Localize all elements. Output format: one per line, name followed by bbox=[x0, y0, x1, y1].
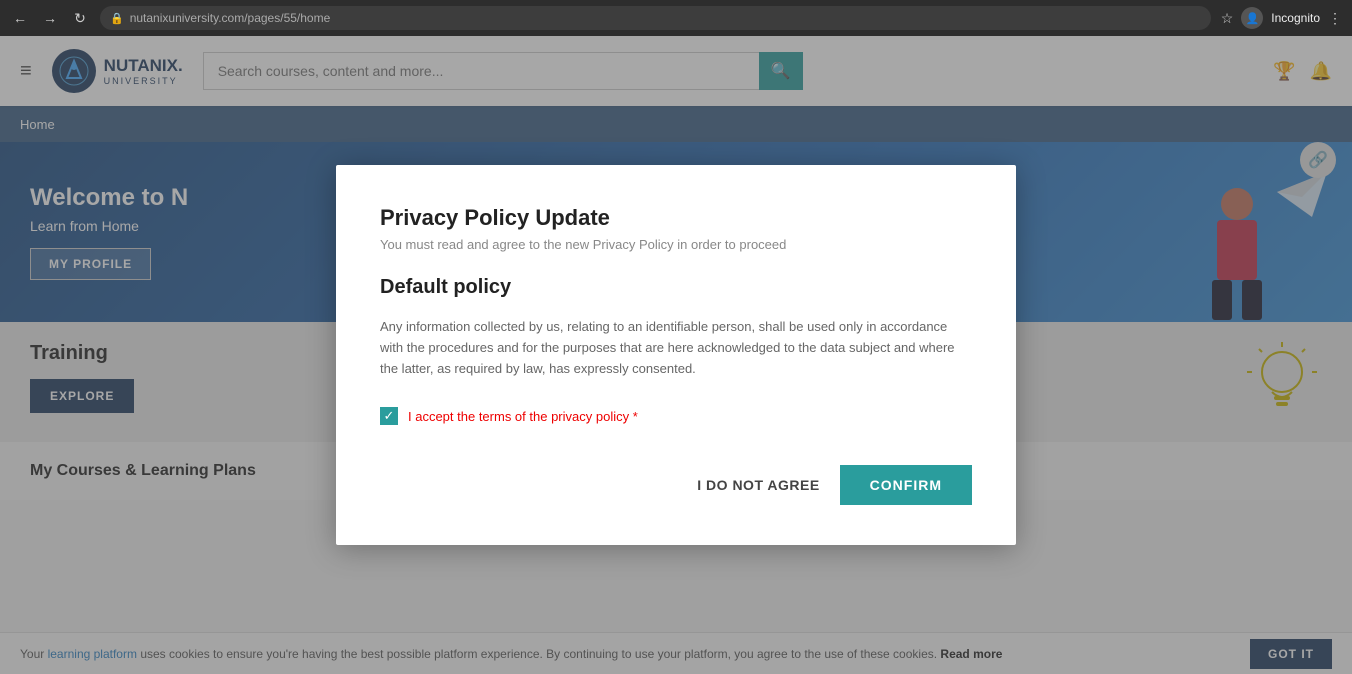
checkbox-row: ✓ I accept the terms of the privacy poli… bbox=[380, 407, 972, 425]
modal-policy-text: Any information collected by us, relatin… bbox=[380, 317, 972, 379]
do-not-agree-button[interactable]: I DO NOT AGREE bbox=[697, 477, 819, 493]
url-bar[interactable]: 🔒 nutanixuniversity.com/pages/55/home bbox=[100, 6, 1211, 30]
star-icon[interactable]: ☆ bbox=[1221, 10, 1234, 27]
url-text: nutanixuniversity.com/pages/55/home bbox=[130, 11, 331, 25]
back-button[interactable]: ← bbox=[10, 8, 30, 28]
modal-overlay: Privacy Policy Update You must read and … bbox=[0, 36, 1352, 674]
browser-actions: ☆ 👤 Incognito ⋮ bbox=[1221, 7, 1342, 29]
modal-policy-title: Default policy bbox=[380, 276, 972, 299]
reload-button[interactable]: ↻ bbox=[70, 8, 90, 28]
checkbox-label[interactable]: I accept the terms of the privacy policy… bbox=[408, 409, 638, 424]
confirm-button[interactable]: CONFIRM bbox=[840, 465, 972, 505]
privacy-policy-modal: Privacy Policy Update You must read and … bbox=[336, 165, 1016, 545]
more-menu-icon[interactable]: ⋮ bbox=[1328, 10, 1342, 27]
forward-button[interactable]: → bbox=[40, 8, 60, 28]
accept-checkbox[interactable]: ✓ bbox=[380, 407, 398, 425]
browser-chrome: ← → ↻ 🔒 nutanixuniversity.com/pages/55/h… bbox=[0, 0, 1352, 36]
incognito-icon: 👤 bbox=[1241, 7, 1263, 29]
incognito-label: Incognito bbox=[1271, 11, 1320, 25]
lock-icon: 🔒 bbox=[110, 12, 124, 25]
modal-title: Privacy Policy Update bbox=[380, 205, 972, 231]
modal-actions: I DO NOT AGREE CONFIRM bbox=[380, 465, 972, 505]
page-wrap: ≡ NUTANIX. UNIVERSITY 🔍 🏆 🔔 Home bbox=[0, 36, 1352, 674]
modal-subtitle: You must read and agree to the new Priva… bbox=[380, 237, 972, 252]
